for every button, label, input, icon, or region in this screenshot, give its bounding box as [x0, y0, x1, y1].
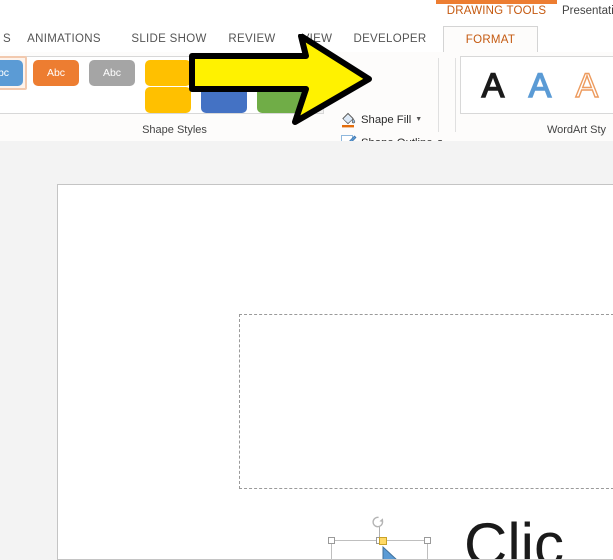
tab-view[interactable]: VIEW	[295, 26, 339, 52]
selected-shape-group[interactable]	[327, 516, 432, 559]
shape-styles-gallery[interactable]: Abc Abc Abc	[0, 56, 308, 114]
group-label-shape-styles: Shape Styles	[142, 124, 207, 136]
tab-slide-show[interactable]: SLIDE SHOW	[126, 26, 212, 52]
title-placeholder-text[interactable]: Clic	[464, 515, 564, 560]
more-styles-icon[interactable]	[308, 95, 323, 114]
wordart-thumb-orange-outline[interactable]: A	[565, 65, 609, 107]
shape-style-thumb-gold-2[interactable]	[145, 87, 191, 113]
shape-style-thumb-darkblue-2[interactable]	[201, 87, 247, 113]
paint-bucket-icon	[340, 111, 357, 128]
resize-handle-nw[interactable]	[328, 537, 335, 544]
shape-style-thumb-darkblue[interactable]	[201, 60, 247, 86]
shape-style-thumb-green[interactable]	[257, 60, 303, 86]
group-separator-2	[455, 58, 456, 132]
ruler-band: 654321	[0, 141, 613, 302]
title-bar: DRAWING TOOLS Presentation1	[0, 0, 613, 26]
scroll-up-icon[interactable]	[308, 57, 323, 76]
group-label-wordart-styles: WordArt Sty	[546, 124, 607, 136]
scroll-down-icon[interactable]	[308, 76, 323, 95]
shape-styles-gallery-scrollbar[interactable]	[308, 56, 324, 114]
shape-style-thumb-gray[interactable]: Abc	[89, 60, 135, 86]
shape-style-thumb-orange[interactable]: Abc	[33, 60, 79, 86]
group-separator-1	[438, 58, 439, 132]
ribbon-tab-strip: S ANIMATIONS SLIDE SHOW REVIEW VIEW DEVELOPER…	[0, 26, 613, 53]
shape-fill-button[interactable]: Shape Fill ▼	[340, 108, 422, 131]
contextual-tab-accent-bar	[436, 0, 557, 4]
shape-fill-button-label: Shape Fill	[361, 113, 412, 126]
content-placeholder[interactable]	[239, 314, 613, 489]
tab-review[interactable]: REVIEW	[223, 26, 281, 52]
chevron-down-icon[interactable]: ▼	[415, 116, 422, 123]
resize-handle-ne[interactable]	[424, 537, 431, 544]
document-title: Presentation1	[562, 5, 613, 17]
tab-transitions-clipped[interactable]: S	[0, 26, 14, 52]
contextual-tab-group-label: DRAWING TOOLS	[446, 5, 547, 17]
shape-style-thumb-gold[interactable]	[145, 60, 191, 86]
wordart-thumb-blue[interactable]: A	[518, 65, 562, 107]
wordart-styles-gallery[interactable]: AAA	[460, 56, 613, 114]
slide-workspace: Clic	[0, 167, 613, 560]
slide-canvas[interactable]: Clic	[57, 184, 613, 560]
ribbon-body: AbcAbcAbc Shape Fill▼Shape Outline▼Shape…	[0, 52, 613, 186]
shape-style-thumb-blue[interactable]: Abc	[0, 60, 23, 86]
tab-developer[interactable]: DEVELOPER	[348, 26, 432, 52]
rotate-icon[interactable]	[370, 514, 386, 530]
tab-format[interactable]: FORMAT	[443, 26, 538, 53]
tab-animations[interactable]: ANIMATIONS	[20, 26, 108, 52]
wordart-thumb-black[interactable]: A	[471, 65, 515, 107]
shape-style-thumb-green-2[interactable]	[257, 87, 303, 113]
shape-adjust-handle-top[interactable]	[379, 537, 387, 545]
